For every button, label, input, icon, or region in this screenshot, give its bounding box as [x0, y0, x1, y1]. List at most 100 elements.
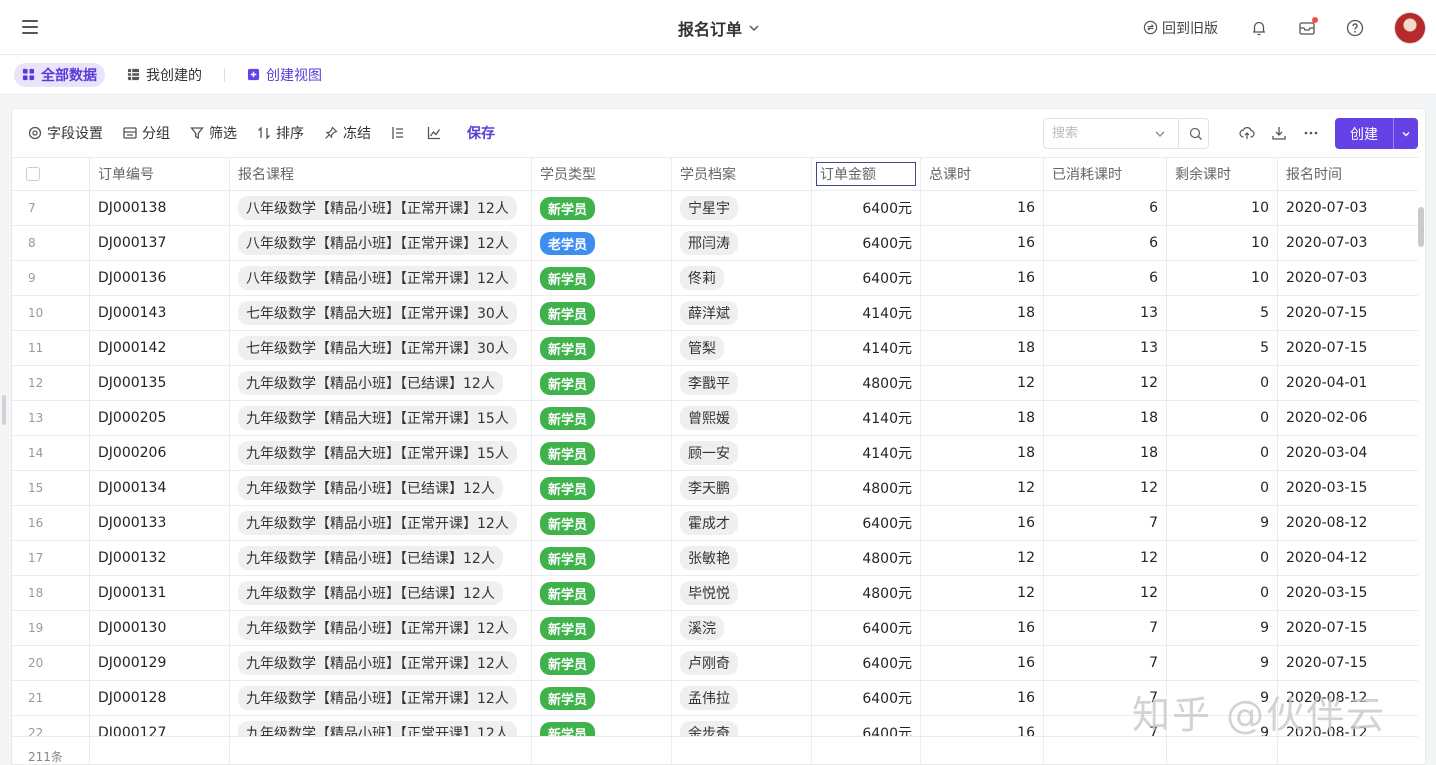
amount-cell[interactable]: 4140元 [812, 331, 921, 365]
column-header[interactable]: 总课时 [921, 158, 1044, 190]
order-number-cell[interactable]: DJ000143 [90, 296, 230, 330]
column-header[interactable]: 已消耗课时 [1044, 158, 1167, 190]
table-row[interactable]: 7 DJ000138 八年级数学【精品小班】【正常开课】12人 新学员 宁星宇 6400元… [12, 191, 1418, 226]
student-profile-cell[interactable]: 邢闫涛 [672, 226, 812, 260]
used-hours-cell[interactable]: 7 [1044, 506, 1167, 540]
total-hours-cell[interactable]: 16 [921, 506, 1044, 540]
student-type-cell[interactable]: 新学员 [532, 611, 672, 645]
vertical-scrollbar[interactable] [1418, 207, 1424, 247]
upload-icon[interactable] [1239, 125, 1255, 141]
used-hours-cell[interactable]: 7 [1044, 611, 1167, 645]
table-row[interactable]: 11 DJ000142 七年级数学【精品大班】【正常开课】30人 新学员 管梨 4140元… [12, 331, 1418, 366]
save-button[interactable]: 保存 [467, 123, 495, 143]
used-hours-cell[interactable]: 7 [1044, 646, 1167, 680]
remaining-hours-cell[interactable]: 9 [1167, 646, 1278, 680]
amount-cell[interactable]: 6400元 [812, 611, 921, 645]
sidebar-resize-handle[interactable] [2, 395, 6, 425]
order-number-cell[interactable]: DJ000138 [90, 191, 230, 225]
amount-cell[interactable]: 4140元 [812, 296, 921, 330]
used-hours-cell[interactable]: 6 [1044, 191, 1167, 225]
remaining-hours-cell[interactable]: 10 [1167, 226, 1278, 260]
enroll-date-cell[interactable]: 2020-07-03 [1278, 261, 1418, 295]
enroll-date-cell[interactable]: 2020-02-06 [1278, 401, 1418, 435]
order-number-cell[interactable]: DJ000132 [90, 541, 230, 575]
course-cell[interactable]: 九年级数学【精品小班】【已结课】12人 [230, 576, 532, 610]
enroll-date-cell[interactable]: 2020-03-04 [1278, 436, 1418, 470]
course-cell[interactable]: 九年级数学【精品大班】【正常开课】15人 [230, 436, 532, 470]
table-row[interactable]: 19 DJ000130 九年级数学【精品小班】【正常开课】12人 新学员 溪浣 6400元… [12, 611, 1418, 646]
table-row[interactable]: 20 DJ000129 九年级数学【精品小班】【正常开课】12人 新学员 卢刚奇 6400… [12, 646, 1418, 681]
student-type-cell[interactable]: 新学员 [532, 366, 672, 400]
remaining-hours-cell[interactable]: 0 [1167, 366, 1278, 400]
chart-button[interactable] [427, 126, 441, 140]
course-cell[interactable]: 八年级数学【精品小班】【正常开课】12人 [230, 226, 532, 260]
total-hours-cell[interactable]: 18 [921, 401, 1044, 435]
student-type-cell[interactable]: 新学员 [532, 191, 672, 225]
order-number-cell[interactable]: DJ000134 [90, 471, 230, 505]
student-type-cell[interactable]: 新学员 [532, 471, 672, 505]
create-dropdown-toggle[interactable] [1394, 129, 1418, 139]
enroll-date-cell[interactable]: 2020-04-12 [1278, 541, 1418, 575]
order-number-cell[interactable]: DJ000205 [90, 401, 230, 435]
remaining-hours-cell[interactable]: 0 [1167, 541, 1278, 575]
column-header[interactable]: 订单编号 [90, 158, 230, 190]
order-number-cell[interactable]: DJ000135 [90, 366, 230, 400]
student-type-cell[interactable]: 新学员 [532, 401, 672, 435]
used-hours-cell[interactable]: 12 [1044, 471, 1167, 505]
used-hours-cell[interactable]: 6 [1044, 261, 1167, 295]
used-hours-cell[interactable]: 18 [1044, 436, 1167, 470]
used-hours-cell[interactable]: 18 [1044, 401, 1167, 435]
sort-button[interactable]: 排序 [257, 123, 304, 143]
student-type-cell[interactable]: 新学员 [532, 331, 672, 365]
student-type-cell[interactable]: 新学员 [532, 436, 672, 470]
enroll-date-cell[interactable]: 2020-03-15 [1278, 576, 1418, 610]
help-icon[interactable] [1346, 19, 1364, 37]
course-cell[interactable]: 八年级数学【精品小班】【正常开课】12人 [230, 191, 532, 225]
order-number-cell[interactable]: DJ000131 [90, 576, 230, 610]
back-to-old-version-button[interactable]: 回到旧版 [1143, 18, 1218, 38]
amount-cell[interactable]: 4800元 [812, 541, 921, 575]
table-row[interactable]: 17 DJ000132 九年级数学【精品小班】【已结课】12人 新学员 张敏艳 4800元… [12, 541, 1418, 576]
used-hours-cell[interactable]: 12 [1044, 541, 1167, 575]
amount-cell[interactable]: 6400元 [812, 191, 921, 225]
table-row[interactable]: 14 DJ000206 九年级数学【精品大班】【正常开课】15人 新学员 顾一安 4140… [12, 436, 1418, 471]
student-profile-cell[interactable]: 霍成才 [672, 506, 812, 540]
amount-cell[interactable]: 6400元 [812, 681, 921, 715]
student-profile-cell[interactable]: 薛洋斌 [672, 296, 812, 330]
amount-cell[interactable]: 4140元 [812, 436, 921, 470]
student-type-cell[interactable]: 新学员 [532, 681, 672, 715]
used-hours-cell[interactable]: 13 [1044, 296, 1167, 330]
inbox-icon[interactable] [1298, 16, 1318, 37]
page-title-dropdown[interactable]: 报名订单 [678, 16, 760, 40]
column-header[interactable]: 学员档案 [672, 158, 812, 190]
used-hours-cell[interactable]: 12 [1044, 576, 1167, 610]
remaining-hours-cell[interactable]: 5 [1167, 296, 1278, 330]
total-hours-cell[interactable]: 12 [921, 366, 1044, 400]
student-profile-cell[interactable]: 顾一安 [672, 436, 812, 470]
view-tab-my-created[interactable]: 我创建的 [119, 63, 210, 87]
total-hours-cell[interactable]: 18 [921, 331, 1044, 365]
enroll-date-cell[interactable]: 2020-07-03 [1278, 191, 1418, 225]
enroll-date-cell[interactable]: 2020-07-03 [1278, 226, 1418, 260]
search-icon[interactable] [1189, 127, 1203, 141]
course-cell[interactable]: 九年级数学【精品小班】【已结课】12人 [230, 541, 532, 575]
course-cell[interactable]: 九年级数学【精品大班】【正常开课】15人 [230, 401, 532, 435]
student-type-cell[interactable]: 老学员 [532, 226, 672, 260]
student-profile-cell[interactable]: 孟伟拉 [672, 681, 812, 715]
student-profile-cell[interactable]: 张敏艳 [672, 541, 812, 575]
order-number-cell[interactable]: DJ000137 [90, 226, 230, 260]
remaining-hours-cell[interactable]: 0 [1167, 471, 1278, 505]
used-hours-cell[interactable]: 6 [1044, 226, 1167, 260]
create-view-button[interactable]: 创建视图 [239, 63, 330, 87]
order-number-cell[interactable]: DJ000133 [90, 506, 230, 540]
course-cell[interactable]: 七年级数学【精品大班】【正常开课】30人 [230, 296, 532, 330]
amount-cell[interactable]: 6400元 [812, 261, 921, 295]
column-header[interactable]: 报名时间 [1278, 158, 1418, 190]
row-height-button[interactable] [391, 126, 405, 140]
create-button[interactable]: 创建 [1335, 118, 1418, 149]
student-profile-cell[interactable]: 李天鹏 [672, 471, 812, 505]
student-profile-cell[interactable]: 卢刚奇 [672, 646, 812, 680]
total-hours-cell[interactable]: 16 [921, 261, 1044, 295]
more-icon[interactable] [1303, 125, 1319, 141]
total-hours-cell[interactable]: 12 [921, 541, 1044, 575]
